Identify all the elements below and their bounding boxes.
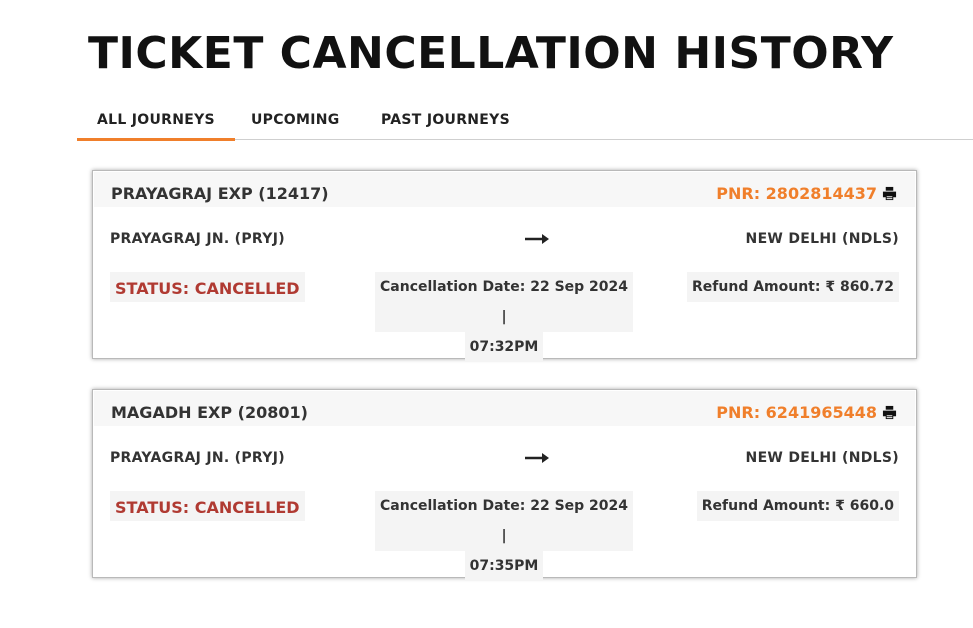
destination-station: NEW DELHI (NDLS): [745, 231, 899, 247]
train-name: MAGADH EXP (20801): [111, 403, 308, 422]
refund-amount: Refund Amount: ₹ 860.72: [687, 272, 899, 302]
cancellation-time-text: 07:32PM: [464, 332, 544, 362]
page-title: TICKET CANCELLATION HISTORY: [88, 28, 894, 79]
origin-station: PRAYAGRAJ JN. (PRYJ): [110, 450, 285, 466]
tab-all-journeys[interactable]: ALL JOURNEYS: [77, 112, 235, 141]
printer-icon[interactable]: [882, 405, 897, 420]
cancellation-time-text: 07:35PM: [464, 551, 544, 581]
arrow-right-icon: [525, 234, 549, 244]
cancellation-date: Cancellation Date: 22 Sep 2024 | 07:35PM: [375, 491, 633, 581]
status-badge: STATUS: CANCELLED: [110, 491, 305, 521]
pnr-link[interactable]: PNR: 2802814437: [716, 184, 877, 203]
train-name: PRAYAGRAJ EXP (12417): [111, 184, 329, 203]
origin-station: PRAYAGRAJ JN. (PRYJ): [110, 231, 285, 247]
card-header: PRAYAGRAJ EXP (12417) PNR: 2802814437: [94, 172, 915, 207]
cancellation-date-text: Cancellation Date: 22 Sep 2024 |: [375, 491, 633, 551]
pnr-link[interactable]: PNR: 6241965448: [716, 403, 877, 422]
journey-card: MAGADH EXP (20801) PNR: 6241965448 PRAYA…: [92, 389, 917, 581]
destination-station: NEW DELHI (NDLS): [745, 450, 899, 466]
tab-upcoming[interactable]: UPCOMING: [251, 112, 340, 140]
journey-tabs: ALL JOURNEYS UPCOMING PAST JOURNEYS: [77, 104, 973, 141]
card-header: MAGADH EXP (20801) PNR: 6241965448: [94, 391, 915, 426]
cancellation-date-text: Cancellation Date: 22 Sep 2024 |: [375, 272, 633, 332]
cancellation-date: Cancellation Date: 22 Sep 2024 | 07:32PM: [375, 272, 633, 362]
arrow-right-icon: [525, 453, 549, 463]
status-badge: STATUS: CANCELLED: [110, 272, 305, 302]
tab-past-journeys[interactable]: PAST JOURNEYS: [381, 112, 510, 140]
refund-amount: Refund Amount: ₹ 660.0: [696, 491, 899, 521]
printer-icon[interactable]: [882, 186, 897, 201]
journey-card: PRAYAGRAJ EXP (12417) PNR: 2802814437 PR…: [92, 170, 917, 362]
